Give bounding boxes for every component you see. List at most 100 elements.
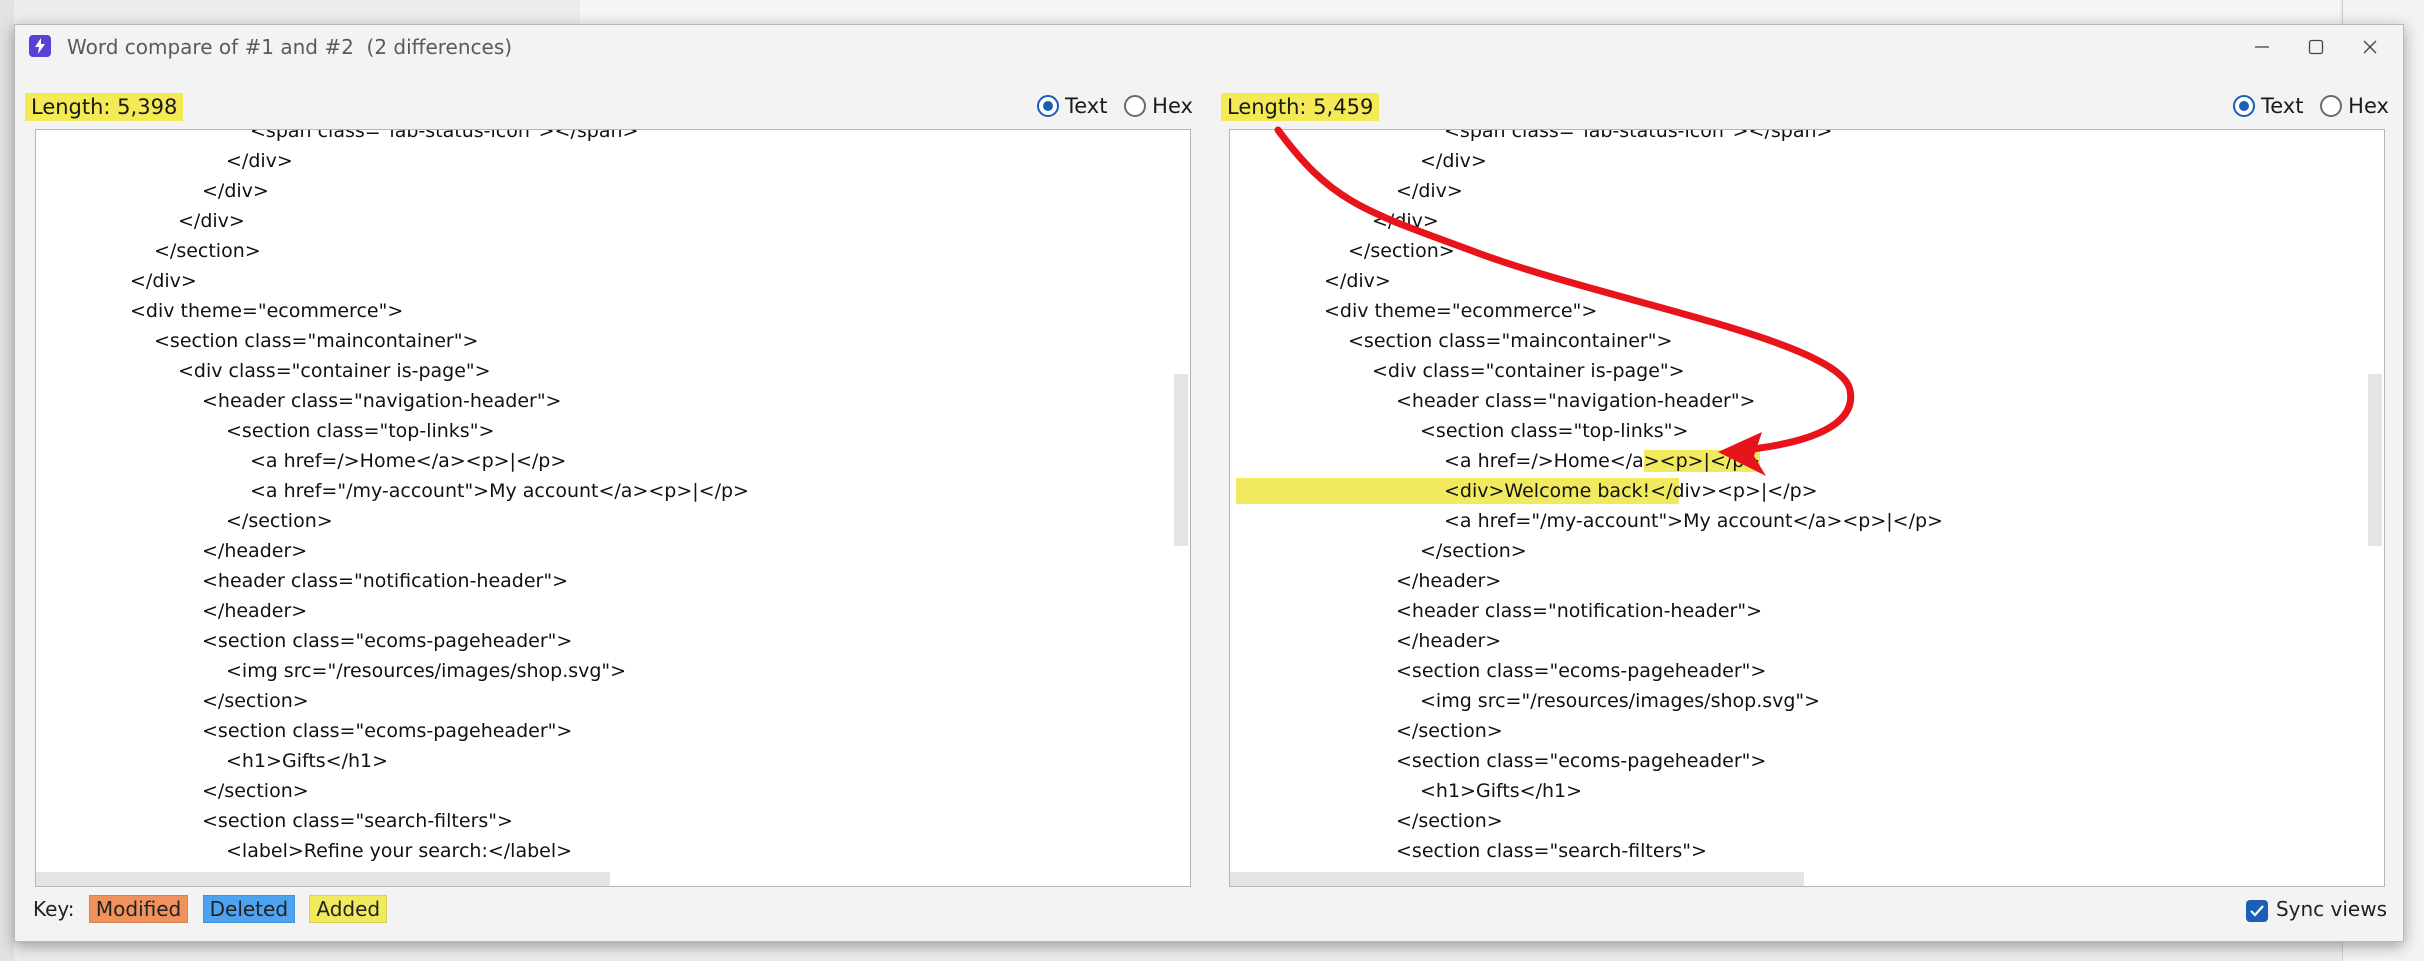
- sync-views-label: Sync views: [2275, 897, 2387, 921]
- code-text: <header class="navigation-header">: [202, 390, 562, 412]
- deleted-chip: Deleted: [202, 895, 296, 923]
- right-code-lines: <span class="lab-status-icon"></span> </d…: [1230, 130, 2384, 866]
- code-text: </section>: [1348, 240, 1455, 262]
- code-line: </header>: [1230, 566, 2384, 596]
- left-text-label: Text: [1065, 94, 1108, 118]
- code-line: <label>Refine your search:</label>: [36, 836, 1190, 866]
- right-text-radio[interactable]: [2233, 95, 2255, 117]
- code-text: <a href="/my-account">My account</a><p>|…: [1444, 510, 1943, 532]
- code-line: </header>: [1230, 626, 2384, 656]
- left-horizontal-scrollbar[interactable]: [36, 872, 610, 886]
- code-line: <section class="ecoms-pageheader">: [1230, 656, 2384, 686]
- code-text: <section class="ecoms-pageheader">: [1396, 660, 1767, 682]
- code-text: <section class="search-filters">: [1396, 840, 1707, 862]
- code-text: <img src="/resources/images/shop.svg">: [226, 660, 627, 682]
- code-text-rest: ><p>|</p>: [1701, 480, 1818, 502]
- code-line: </header>: [36, 596, 1190, 626]
- app-logo-icon: [29, 35, 51, 57]
- code-text: </section>: [1396, 720, 1503, 742]
- code-text: </div>: [178, 210, 245, 232]
- code-text: <header class="notification-header">: [1396, 600, 1763, 622]
- close-icon: [2363, 40, 2377, 54]
- code-line: <span class="lab-status-icon"></span>: [36, 130, 1190, 146]
- code-line: </div>: [36, 146, 1190, 176]
- left-hex-radio[interactable]: [1124, 95, 1147, 117]
- code-text: <a href=/>Home</a><p>|</p>: [250, 450, 567, 472]
- code-text: </section>: [202, 780, 309, 802]
- close-button[interactable]: [2347, 29, 2393, 65]
- code-text: <header class="navigation-header">: [1396, 390, 1756, 412]
- code-line: </section>: [36, 776, 1190, 806]
- code-line: <section class="search-filters">: [1230, 836, 2384, 866]
- code-text: <section class="top-links">: [1420, 420, 1689, 442]
- code-text: <div class="container is-page">: [1372, 360, 1685, 382]
- code-text: <h1>Gifts</h1>: [226, 750, 389, 772]
- code-line: </div>: [1230, 266, 2384, 296]
- code-text: <div>Welcome back!</div><p>|</p>: [1444, 480, 1818, 502]
- right-text-label: Text: [2261, 94, 2304, 118]
- code-line: </section>: [36, 686, 1190, 716]
- diff-key: Key: Modified Deleted Added: [33, 895, 388, 925]
- code-line: <div theme="ecommerce">: [1230, 296, 2384, 326]
- code-line: </section>: [36, 236, 1190, 266]
- code-text: <section class="ecoms-pageheader">: [202, 630, 573, 652]
- code-text: <a href=/>Home</a><p>|</p>: [1444, 450, 1761, 472]
- code-line: <h1>Gifts</h1>: [36, 746, 1190, 776]
- code-text: <div theme="ecommerce">: [130, 300, 404, 322]
- code-line: <a href=/>Home</a><p>|</p>: [36, 446, 1190, 476]
- code-line: <div>Welcome back!</div><p>|</p>: [1230, 476, 2384, 506]
- code-text: <section class="ecoms-pageheader">: [1396, 750, 1767, 772]
- code-line: <div class="container is-page">: [36, 356, 1190, 386]
- minimize-button[interactable]: [2239, 29, 2285, 65]
- maximize-button[interactable]: [2293, 29, 2339, 65]
- code-text: <div class="container is-page">: [178, 360, 491, 382]
- window-title: Word compare of #1 and #2 (2 differences…: [67, 35, 513, 59]
- right-horizontal-scrollbar[interactable]: [1230, 872, 1804, 886]
- code-text: </header>: [1396, 630, 1502, 652]
- right-mode-selector: Text Hex: [2233, 93, 2399, 121]
- code-text: </section>: [1396, 810, 1503, 832]
- code-line: <a href=/>Home</a><p>|</p>: [1230, 446, 2384, 476]
- code-line: </section>: [1230, 536, 2384, 566]
- code-line: <section class="ecoms-pageheader">: [36, 716, 1190, 746]
- left-text-radio[interactable]: [1037, 95, 1059, 117]
- added-text: ><p>|</p>: [1643, 450, 1761, 472]
- code-text: </section>: [226, 510, 333, 532]
- code-text: </div>: [1372, 210, 1439, 232]
- code-line: <section class="ecoms-pageheader">: [1230, 746, 2384, 776]
- code-line: <header class="navigation-header">: [36, 386, 1190, 416]
- right-vertical-scrollbar[interactable]: [2368, 374, 2382, 546]
- code-text: <a href="/my-account">My account</a><p>|…: [250, 480, 749, 502]
- code-text: </header>: [1396, 570, 1502, 592]
- code-text: </header>: [202, 540, 308, 562]
- right-length-label: Length: 5,459: [1221, 93, 1380, 121]
- code-text: <section class="maincontainer">: [1348, 330, 1673, 352]
- right-text-pane[interactable]: <span class="lab-status-icon"></span> </d…: [1229, 129, 2385, 887]
- code-text: <section class="ecoms-pageheader">: [202, 720, 573, 742]
- right-hex-radio[interactable]: [2320, 95, 2343, 117]
- code-text: <section class="maincontainer">: [154, 330, 479, 352]
- code-line: <div theme="ecommerce">: [36, 296, 1190, 326]
- code-line: </div>: [36, 206, 1190, 236]
- sync-views-option[interactable]: Sync views: [2245, 897, 2387, 922]
- code-line: <div class="container is-page">: [1230, 356, 2384, 386]
- compare-window: Word compare of #1 and #2 (2 differences…: [14, 24, 2404, 942]
- code-text: <section class="top-links">: [226, 420, 495, 442]
- code-line: <a href="/my-account">My account</a><p>|…: [1230, 506, 2384, 536]
- code-text: </div>: [1396, 180, 1463, 202]
- right-hex-label: Hex: [2348, 94, 2389, 118]
- left-vertical-scrollbar[interactable]: [1174, 374, 1188, 546]
- code-line: <section class="ecoms-pageheader">: [36, 626, 1190, 656]
- code-text: </div>: [226, 150, 293, 172]
- sync-views-checkbox[interactable]: [2245, 899, 2268, 922]
- code-text: </section>: [154, 240, 261, 262]
- code-line: <span class="lab-status-icon"></span>: [1230, 130, 2384, 146]
- code-text: </div>: [130, 270, 197, 292]
- checkmark-icon: [2250, 904, 2264, 917]
- left-text-pane[interactable]: <span class="lab-status-icon"></span> </d…: [35, 129, 1191, 887]
- code-line: <section class="maincontainer">: [36, 326, 1190, 356]
- code-line: <h1>Gifts</h1>: [1230, 776, 2384, 806]
- code-line: <header class="notification-header">: [1230, 596, 2384, 626]
- code-text: <img src="/resources/images/shop.svg">: [1420, 690, 1821, 712]
- maximize-icon: [2308, 39, 2324, 55]
